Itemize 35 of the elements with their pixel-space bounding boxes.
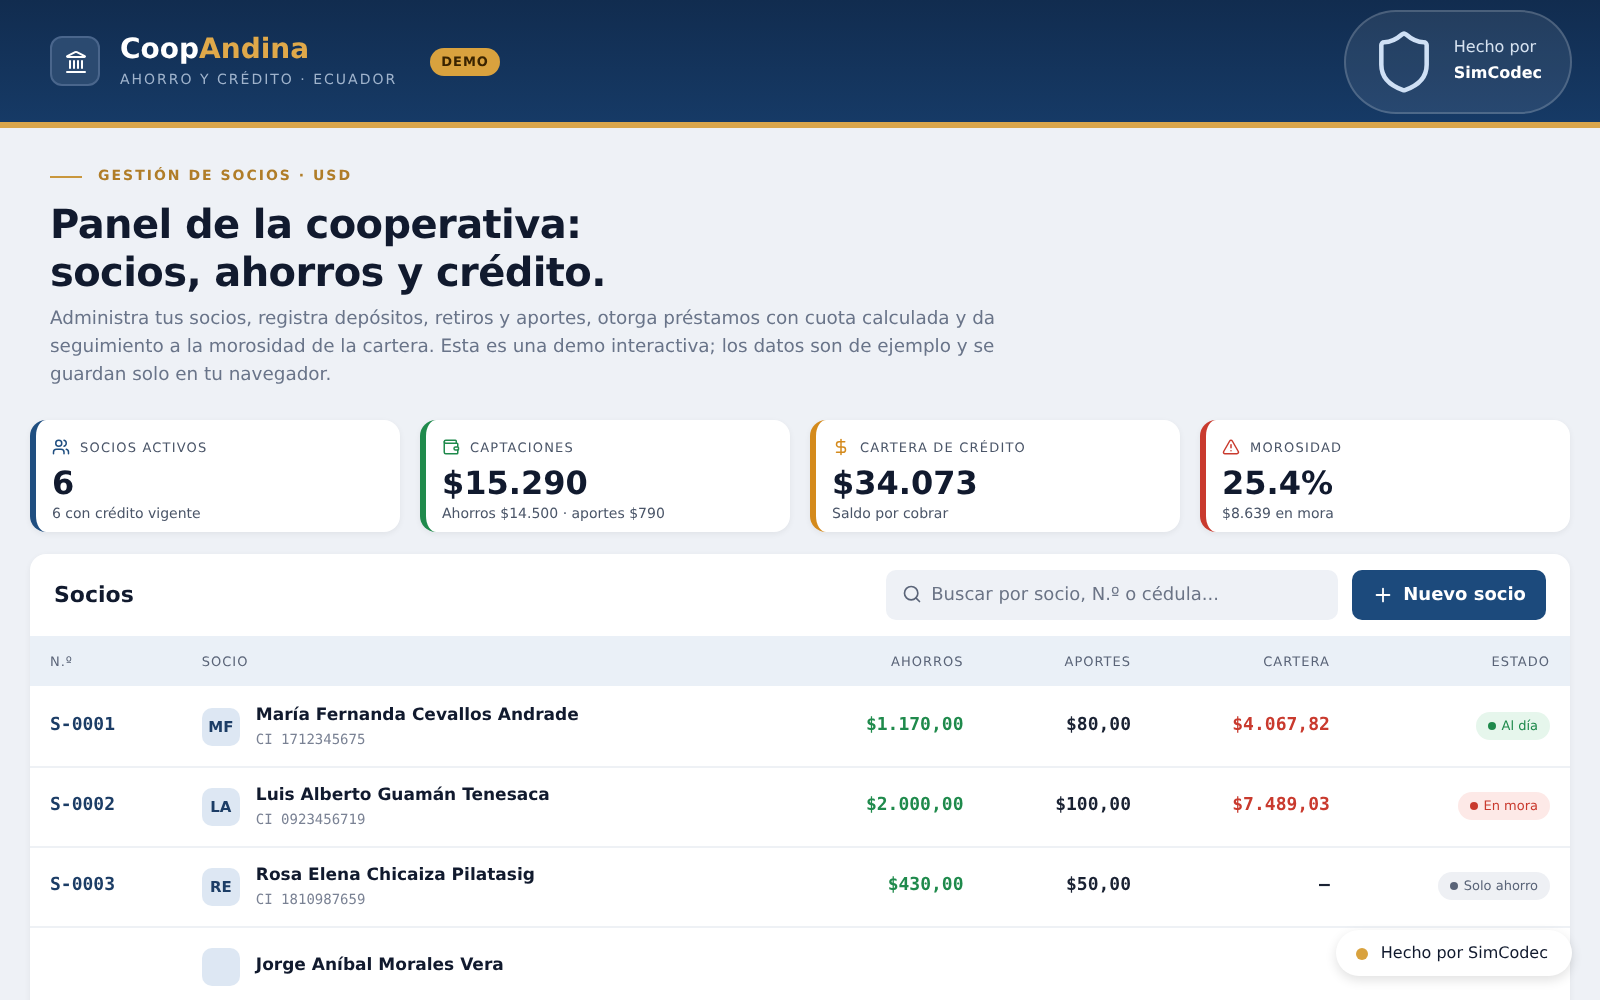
member-name: Jorge Aníbal Morales Vera xyxy=(255,956,504,977)
page-title: Panel de la cooperativa: socios, ahorros y crédito. xyxy=(50,200,608,296)
page-description: Administra tus socios, registra depósitos, retiros y aportes, otorga préstamos con cuota calculada y da seguimiento a la morosidad de la cartera. Esta es una demo interactiva; los datos son de ejemplo y se guardan solo en tu navegador. xyxy=(50,306,998,389)
bank-logo-icon xyxy=(50,36,100,86)
member-number: S-0002 xyxy=(50,796,116,817)
member-number: S-0003 xyxy=(50,876,116,897)
floating-badge[interactable]: Hecho por SimCodec xyxy=(1336,930,1572,976)
contributions-amount: $80,00 xyxy=(1065,716,1131,737)
savings-amount: $1.170,00 xyxy=(865,716,964,737)
maker-badge[interactable]: Hecho por SimCodec xyxy=(1343,9,1572,113)
savings-amount: $2.000,00 xyxy=(865,796,964,817)
savings-amount: $430,00 xyxy=(887,876,964,897)
member-name: Rosa Elena Chicaiza Pilatasig xyxy=(255,865,535,886)
users-icon xyxy=(52,438,70,457)
search-field[interactable]: Buscar por socio, N.º o cédula... xyxy=(885,570,1338,621)
stat-value: $34.073 xyxy=(832,464,980,503)
member-name: María Fernanda Cevallos Andrade xyxy=(255,705,579,726)
wallet-icon xyxy=(442,438,460,457)
dollar-icon xyxy=(832,438,850,457)
stat-value: $15.290 xyxy=(442,464,590,503)
portfolio-amount: — xyxy=(1319,876,1330,897)
new-member-button[interactable]: Nuevo socio xyxy=(1351,570,1546,621)
member-number: S-0001 xyxy=(50,716,116,737)
plus-icon xyxy=(1371,584,1394,607)
card-title: Socios xyxy=(54,582,136,609)
portfolio-amount: $7.489,03 xyxy=(1232,796,1330,817)
stat-value: 6 xyxy=(52,464,77,503)
stat-value: 25.4% xyxy=(1222,464,1336,503)
member-name: Luis Alberto Guamán Tenesaca xyxy=(255,785,550,806)
portfolio-amount: $4.067,82 xyxy=(1232,716,1330,737)
brand-name: CoopAndina xyxy=(120,34,312,66)
contributions-amount: $50,00 xyxy=(1065,876,1131,897)
contributions-amount: $100,00 xyxy=(1055,796,1131,817)
avatar xyxy=(201,947,240,986)
alert-icon xyxy=(1222,438,1240,457)
